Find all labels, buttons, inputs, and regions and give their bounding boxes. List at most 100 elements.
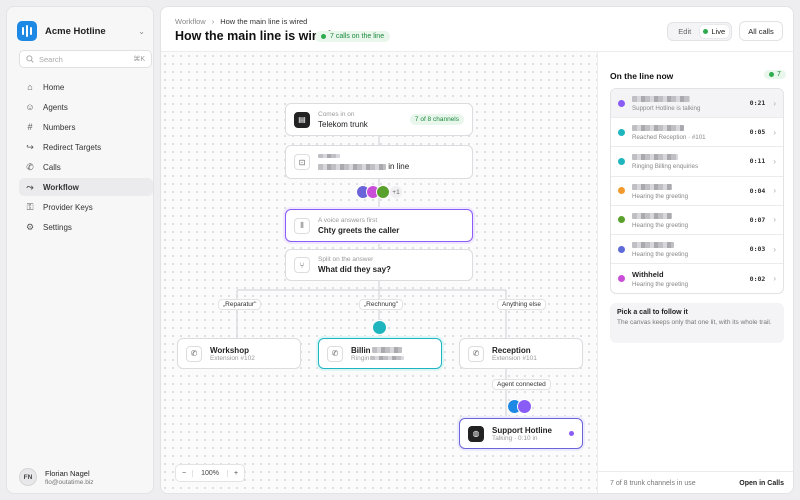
- app-logo-icon: [17, 21, 37, 41]
- reception-node-subtitle: Extension #101: [492, 354, 537, 362]
- hint-title: Pick a call to follow it: [617, 309, 688, 316]
- sidebar-item-agents[interactable]: ☺ Agents: [19, 98, 153, 116]
- open-in-calls-link[interactable]: Open in Calls: [739, 480, 784, 487]
- workflow-canvas[interactable]: ▤ Comes in on Telekom trunk 7 of 8 chann…: [161, 52, 597, 493]
- all-calls-button[interactable]: All calls: [739, 21, 783, 41]
- zoom-level: 100%: [192, 469, 228, 477]
- call-row[interactable]: Ringing Billing enquiries 0:11 ›: [611, 147, 783, 177]
- sidebar-item-calls[interactable]: ✆ Calls: [19, 158, 153, 176]
- call-row[interactable]: Withheld Hearing the greeting 0:02 ›: [611, 264, 783, 293]
- live-mode-button[interactable]: Live: [699, 25, 729, 38]
- call-status: Reached Reception · #101: [632, 134, 706, 142]
- billing-node[interactable]: ✆ Billin Ringin: [318, 338, 442, 369]
- trunk-node-subtitle: Comes in on: [318, 110, 355, 118]
- branch-label-rechnung: „Rechnung": [359, 299, 404, 310]
- call-row[interactable]: Hearing the greeting 0:07 ›: [611, 206, 783, 235]
- live-count: 7: [777, 71, 781, 78]
- active-dot-icon: [569, 431, 574, 436]
- call-duration: 0:03: [749, 245, 766, 254]
- caller-color-dot: [618, 275, 625, 283]
- call-row[interactable]: Reached Reception · #101 0:05 ›: [611, 118, 783, 148]
- chevron-right-icon: ›: [773, 98, 776, 108]
- chevron-right-icon: ›: [773, 244, 776, 254]
- sidebar-item-provider-keys[interactable]: ⚿ Provider Keys: [19, 198, 153, 216]
- sidebar-item-workflow[interactable]: ⤳ Workflow: [19, 178, 153, 196]
- sidebar: Acme Hotline ⌄ Search ⌘K ⌂ Home ☺ Agents #…: [6, 6, 154, 494]
- live-dot-icon: [321, 34, 326, 39]
- sidebar-item-label: Calls: [43, 162, 61, 172]
- reception-node[interactable]: ✆ Reception Extension #101: [459, 338, 583, 369]
- zoom-out-button[interactable]: −: [176, 470, 192, 477]
- number-node[interactable]: ⊡ in line: [285, 145, 473, 179]
- voice-icon: ⦀: [294, 217, 310, 234]
- workspace-switcher[interactable]: Acme Hotline ⌄: [17, 21, 145, 41]
- call-status: Hearing the greeting: [632, 192, 689, 200]
- call-duration: 0:11: [749, 157, 766, 166]
- live-count-badge: 7: [764, 70, 786, 79]
- chevron-right-icon: ›: [773, 274, 776, 284]
- live-mode-label: Live: [711, 27, 726, 36]
- call-duration: 0:02: [749, 274, 766, 283]
- breadcrumb-workflow-link[interactable]: Workflow: [175, 17, 206, 26]
- gear-icon: ⚙: [25, 221, 35, 232]
- reception-node-title: Reception: [492, 345, 531, 355]
- zoom-in-button[interactable]: +: [228, 470, 244, 477]
- search-icon: [26, 55, 34, 63]
- redacted-text: [632, 242, 674, 249]
- avatar: FN: [19, 468, 37, 486]
- sidebar-item-label: Numbers: [43, 122, 76, 132]
- split-node[interactable]: ⑂ Split on the answer What did they say?: [285, 249, 473, 281]
- split-node-subtitle: Split on the answer: [318, 256, 374, 263]
- more-callers-count: +1: [390, 186, 402, 198]
- workshop-node[interactable]: ✆ Workshop Extension #102: [177, 338, 301, 369]
- user-email: flo@outatime.biz: [45, 478, 94, 486]
- redacted-text: [370, 355, 405, 360]
- caller-avatar: [372, 320, 387, 335]
- key-icon: ⚿: [26, 201, 34, 212]
- caller-name: [632, 211, 750, 220]
- chevron-right-icon: ›: [773, 215, 776, 225]
- sidebar-item-home[interactable]: ⌂ Home: [19, 78, 153, 96]
- call-row[interactable]: Support Hotline is talking 0:21 ›: [611, 89, 783, 119]
- caller-name: [632, 94, 750, 103]
- sidebar-item-label: Agents: [43, 102, 68, 112]
- call-status: Hearing the greeting: [632, 280, 689, 288]
- edit-mode-button[interactable]: Edit: [670, 27, 700, 36]
- sidebar-item-numbers[interactable]: # Numbers: [19, 118, 153, 136]
- chevron-down-icon: ⌄: [138, 26, 145, 36]
- sidebar-item-settings[interactable]: ⚙ Settings: [19, 218, 153, 236]
- user-menu[interactable]: FN Florian Nagel flo@outatime.biz: [19, 468, 153, 486]
- sidebar-item-redirect-targets[interactable]: ↪ Redirect Targets: [19, 138, 153, 156]
- trunk-node-title: Telekom trunk: [318, 119, 368, 129]
- redacted-text: [632, 183, 672, 190]
- agent-connected-label: Agent connected: [492, 379, 551, 390]
- panel-title: On the line now: [610, 71, 674, 81]
- caller-name: [632, 182, 750, 191]
- breadcrumb-separator-icon: ›: [211, 17, 215, 26]
- workshop-node-subtitle: Extension #102: [210, 354, 255, 362]
- billing-node-title: Billin: [351, 346, 433, 355]
- trunk-node[interactable]: ▤ Comes in on Telekom trunk 7 of 8 chann…: [285, 103, 473, 136]
- sidebar-item-label: Workflow: [43, 182, 79, 192]
- phone-icon: ✆: [327, 345, 343, 362]
- redacted-text: [632, 125, 684, 132]
- call-row[interactable]: Hearing the greeting 0:04 ›: [611, 177, 783, 206]
- call-status: Hearing the greeting: [632, 221, 689, 229]
- main-panel: Workflow › How the main line is wired Ho…: [160, 6, 794, 494]
- chevron-right-icon: ›: [773, 127, 776, 137]
- sidebar-item-label: Provider Keys: [43, 202, 93, 212]
- billing-node-title-text: Billin: [351, 345, 371, 355]
- caller-color-dot: [618, 245, 625, 253]
- redacted-text: [318, 153, 464, 160]
- workspace-name: Acme Hotline: [45, 25, 106, 37]
- support-hotline-node[interactable]: ◍ Support Hotline Talking · 0:10 in: [459, 418, 583, 449]
- greeting-node[interactable]: ⦀ A voice answers first Chty greets the …: [285, 209, 473, 242]
- home-icon: ⌂: [27, 82, 33, 92]
- billing-node-subtitle-text: Ringin: [351, 354, 370, 362]
- zoom-control: − 100% +: [175, 464, 246, 482]
- call-duration: 0:04: [749, 186, 766, 195]
- search-input[interactable]: Search ⌘K: [19, 50, 152, 68]
- live-dot-icon: [769, 72, 774, 77]
- channels-badge: 7 of 8 channels: [409, 114, 464, 125]
- call-row[interactable]: Hearing the greeting 0:03 ›: [611, 235, 783, 265]
